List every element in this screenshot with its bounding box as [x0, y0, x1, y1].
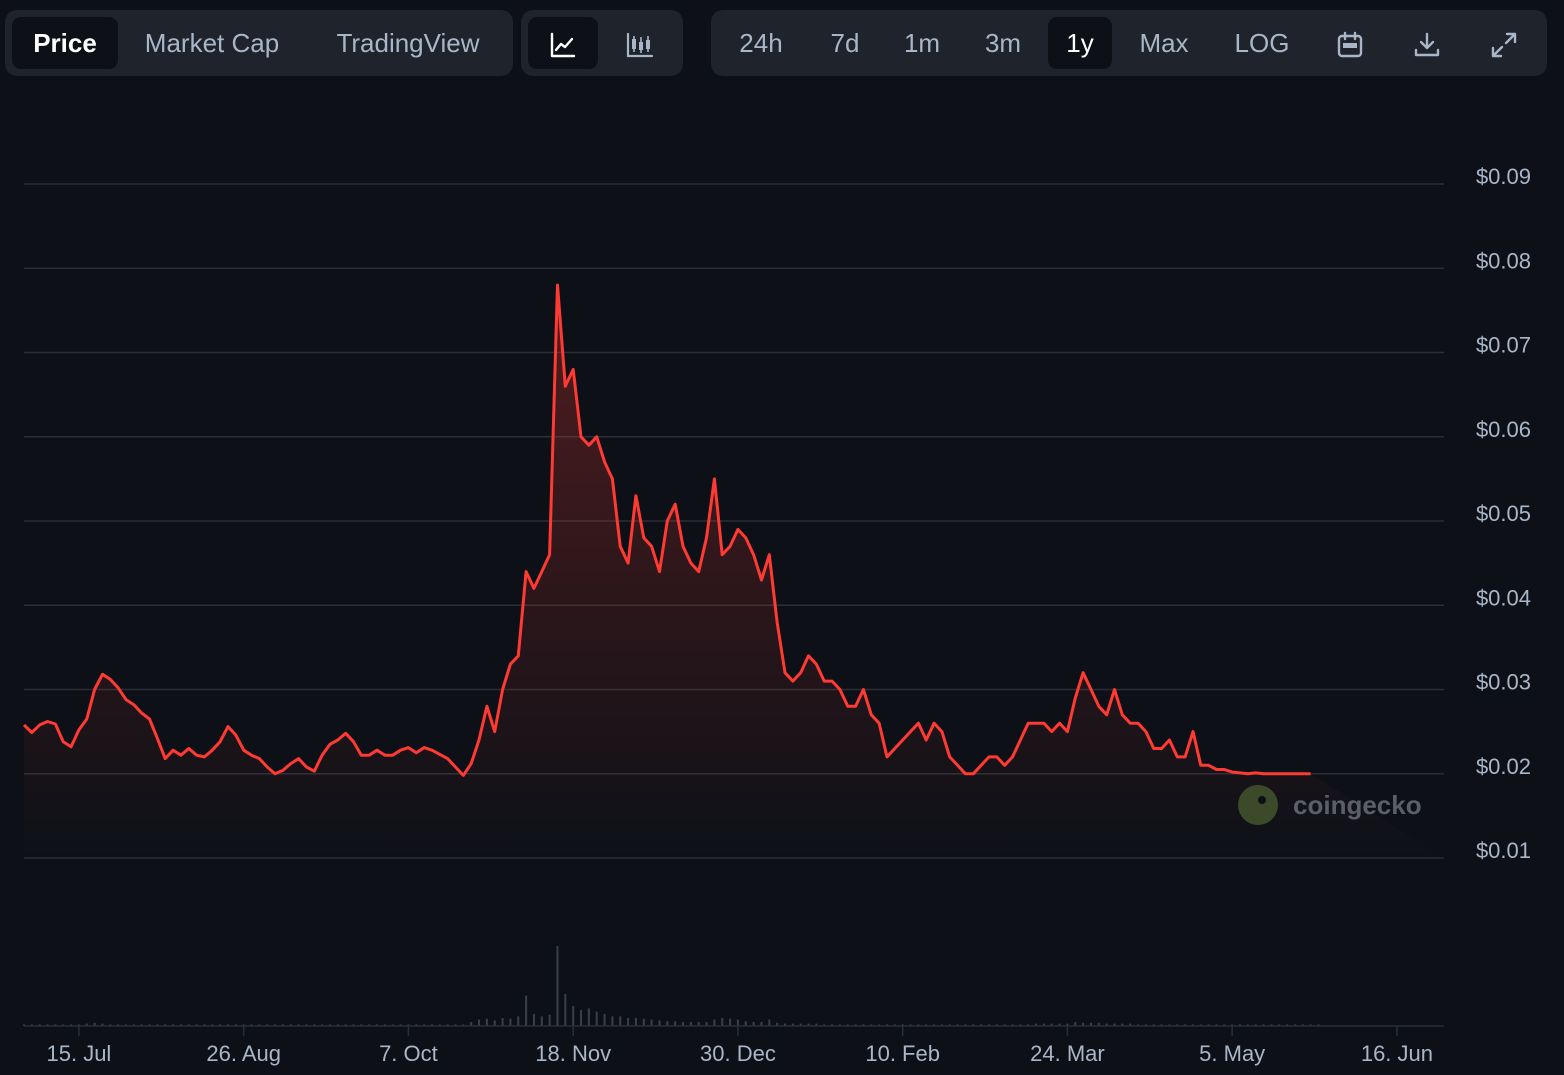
- volume-bar: [572, 1006, 575, 1026]
- volume-bar: [768, 1019, 771, 1026]
- volume-bar: [595, 1011, 598, 1026]
- y-tick-label: $0.05: [1476, 501, 1531, 526]
- y-tick-label: $0.01: [1476, 838, 1531, 863]
- volume-bar: [658, 1020, 661, 1026]
- volume-bar: [736, 1019, 739, 1026]
- watermark-text: coingecko: [1293, 790, 1422, 820]
- volume-bar: [478, 1019, 481, 1026]
- y-tick-label: $0.09: [1476, 164, 1531, 189]
- y-tick-label: $0.07: [1476, 333, 1531, 358]
- volume-bar: [713, 1019, 716, 1026]
- y-axis: $0.09 $0.08 $0.07 $0.06 $0.05 $0.04 $0.03 $0.02…: [1476, 164, 1531, 863]
- x-tick-label: 18. Nov: [535, 1041, 611, 1066]
- volume-bar: [729, 1018, 732, 1026]
- y-tick-label: $0.08: [1476, 248, 1531, 273]
- volume-bar: [603, 1014, 606, 1026]
- volume-bar: [642, 1018, 645, 1026]
- x-tick-label: 24. Mar: [1030, 1041, 1105, 1066]
- volume-bars: [23, 946, 1320, 1026]
- x-tick-label: 15. Jul: [47, 1041, 112, 1066]
- volume-bar: [587, 1008, 590, 1026]
- coingecko-watermark: coingecko: [1238, 785, 1422, 825]
- x-axis: 15. Jul 26. Aug 7. Oct 18. Nov 30. Dec 10. Fe…: [47, 1026, 1433, 1066]
- x-tick-label: 26. Aug: [206, 1041, 281, 1066]
- x-tick-label: 30. Dec: [700, 1041, 776, 1066]
- volume-bar: [580, 1010, 583, 1026]
- x-tick-label: 10. Feb: [865, 1041, 940, 1066]
- y-tick-label: $0.06: [1476, 417, 1531, 442]
- volume-bar: [650, 1019, 653, 1026]
- x-tick-label: 16. Jun: [1361, 1041, 1433, 1066]
- y-tick-label: $0.03: [1476, 670, 1531, 695]
- x-tick-label: 5. May: [1199, 1041, 1265, 1066]
- y-tick-label: $0.02: [1476, 754, 1531, 779]
- volume-bar: [525, 995, 528, 1026]
- volume-bar: [517, 1016, 520, 1026]
- price-chart: $0.09 $0.08 $0.07 $0.06 $0.05 $0.04 $0.03 $0.02…: [22, 164, 1531, 1066]
- volume-bar: [627, 1018, 630, 1026]
- volume-bar: [540, 1016, 543, 1026]
- volume-bar: [634, 1018, 637, 1026]
- volume-bar: [485, 1018, 488, 1026]
- volume-bar: [493, 1020, 496, 1026]
- x-tick-label: 7. Oct: [379, 1041, 438, 1066]
- coingecko-logo-icon: [1238, 785, 1278, 825]
- volume-bar: [564, 994, 567, 1026]
- volume-bar: [721, 1018, 724, 1026]
- y-tick-label: $0.04: [1476, 585, 1531, 610]
- volume-bar: [548, 1014, 551, 1026]
- volume-bar: [611, 1016, 614, 1026]
- volume-bar: [556, 946, 559, 1026]
- volume-bar: [509, 1018, 512, 1026]
- volume-bar: [532, 1014, 535, 1026]
- volume-bar: [501, 1018, 504, 1026]
- volume-bar: [619, 1016, 622, 1026]
